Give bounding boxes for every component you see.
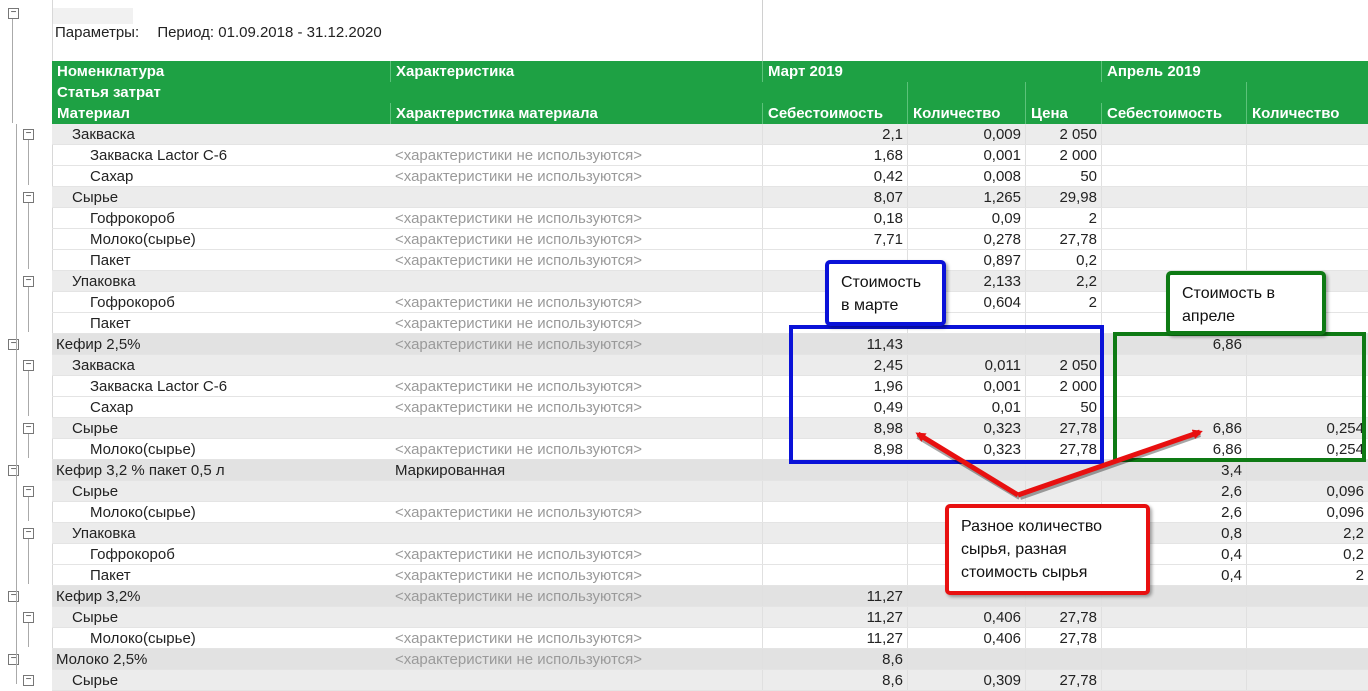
callout-march-text: Стоимость в марте <box>841 274 922 314</box>
callout-difference-text: Разное количество сырья, разная стоимост… <box>961 518 1103 581</box>
annotation-arrows <box>915 429 1203 500</box>
arrow-to-march <box>915 431 1020 498</box>
arrow-to-april <box>1017 429 1203 498</box>
callout-april-cost: Стоимость в апреле <box>1166 271 1326 335</box>
callout-difference: Разное количество сырья, разная стоимост… <box>945 504 1150 595</box>
callout-march-cost: Стоимость в марте <box>825 260 946 326</box>
callout-april-text: Стоимость в апреле <box>1182 285 1276 325</box>
